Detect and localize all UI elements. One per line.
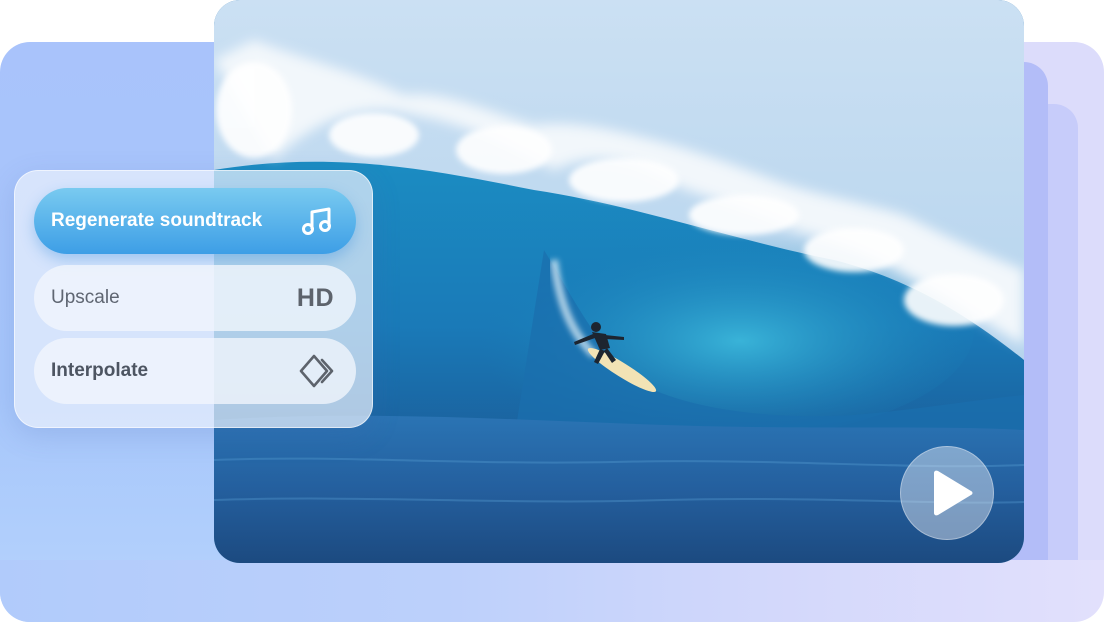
play-icon bbox=[934, 470, 973, 516]
play-button[interactable] bbox=[900, 446, 994, 540]
regenerate-soundtrack-button[interactable]: Regenerate soundtrack bbox=[34, 188, 356, 254]
regenerate-soundtrack-label: Regenerate soundtrack bbox=[51, 210, 263, 231]
hd-icon: HD bbox=[297, 265, 334, 331]
upscale-button[interactable]: Upscale HD bbox=[34, 265, 356, 331]
hd-badge-text: HD bbox=[296, 283, 334, 312]
ai-options-panel: Regenerate soundtrack Upscale HD Interpo… bbox=[14, 170, 373, 428]
music-note-icon bbox=[300, 188, 334, 254]
promo-canvas: Regenerate soundtrack Upscale HD Interpo… bbox=[0, 0, 1104, 622]
interpolate-icon bbox=[298, 338, 334, 404]
upscale-label: Upscale bbox=[51, 287, 120, 308]
interpolate-button[interactable]: Interpolate bbox=[34, 338, 356, 404]
interpolate-label: Interpolate bbox=[51, 360, 149, 381]
background-bottom-strip bbox=[0, 560, 1104, 622]
